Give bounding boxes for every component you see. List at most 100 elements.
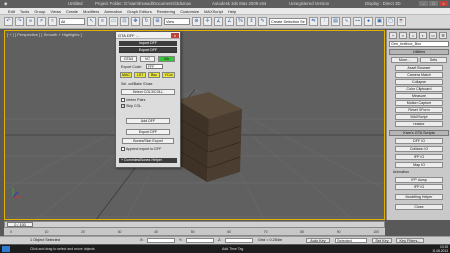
menu-create[interactable]: Create (66, 9, 78, 14)
close-button[interactable]: × (439, 1, 448, 6)
time-slider-thumb[interactable]: 0 / 100 (7, 222, 33, 227)
collapse-button[interactable]: Collapse (395, 79, 443, 85)
more-button[interactable]: More... (391, 57, 418, 63)
pivot-icon[interactable]: ⊕ (192, 17, 201, 26)
reset-xform-button[interactable]: Reset XForm (395, 107, 443, 113)
asset-browser-button[interactable]: Asset Browser (395, 65, 443, 71)
select-col-button[interactable]: Select COL3/COLL (121, 89, 175, 95)
max-icon[interactable]: ◆ (4, 0, 7, 8)
collision-io-button[interactable]: Collision IO (395, 146, 443, 152)
export-code-field[interactable]: FFF (146, 64, 163, 69)
reference-coord-dropdown[interactable]: View (164, 18, 190, 25)
modelling-helper-button[interactable]: Modelling Helper (395, 194, 443, 200)
vertex-pairs-checkbox[interactable]: Vertex Pairs (121, 98, 145, 102)
append-export-checkbox[interactable]: Append export to DFF (121, 147, 161, 151)
key-filters-button[interactable]: Key Filters... (396, 238, 424, 243)
format-mac-button[interactable]: MAC (120, 72, 132, 78)
skip-col-checkbox[interactable]: ✓Skip COL (121, 104, 141, 108)
bind-icon[interactable]: ≈ (48, 17, 57, 26)
dummies-bones-helper-rollout[interactable]: + Dummies/Bones Helper (119, 158, 177, 163)
utilities-tab-icon[interactable]: ⚒ (439, 32, 447, 39)
object-name-field[interactable]: Gen_textbox_Box (389, 41, 449, 47)
quick-render-icon[interactable]: ☕ (397, 17, 406, 26)
selection-filter-dropdown[interactable]: All (59, 18, 85, 25)
motion-tab-icon[interactable]: ◐ (419, 32, 427, 39)
window-crossing-icon[interactable]: ⊡ (120, 17, 129, 26)
dff-io-button[interactable]: DFF IO (395, 138, 443, 144)
key-mode-dropdown[interactable]: Selected (335, 238, 367, 243)
time-slider[interactable]: 0 / 100 (4, 221, 385, 228)
undo-icon[interactable]: ↶ (4, 17, 13, 26)
game-vc-button[interactable]: VC (140, 56, 155, 62)
game-gta3-button[interactable]: GTA3 (120, 56, 137, 62)
hierarchy-tab-icon[interactable]: ⌂ (409, 32, 417, 39)
frame-ruler[interactable]: 0 10 20 30 40 50 60 70 80 90 100 (4, 228, 385, 236)
menu-graph-editors[interactable]: Graph Editors (127, 9, 152, 14)
auto-key-button[interactable]: Auto Key (306, 238, 330, 243)
menu-customize[interactable]: Customize (180, 9, 199, 14)
menu-edit[interactable]: Edit (8, 9, 15, 14)
rotate-icon[interactable]: ↻ (142, 17, 151, 26)
format-bsc-button[interactable]: Bsc (148, 72, 160, 78)
y-coord-field[interactable] (186, 238, 214, 243)
game-sa-button[interactable]: SA (158, 56, 175, 62)
ifp-dump-button[interactable]: IFP dump (395, 177, 443, 183)
set-key-button[interactable]: Set Key (372, 238, 392, 243)
x-coord-field[interactable] (147, 238, 175, 243)
ifp-io-anim-button[interactable]: IFP IO (395, 184, 443, 190)
measure-button[interactable]: Measure (395, 93, 443, 99)
utilities-rollout[interactable]: Utilities (389, 49, 449, 55)
motion-capture-button[interactable]: Motion Capture (395, 100, 443, 106)
select-icon[interactable]: ↖ (87, 17, 96, 26)
manipulate-icon[interactable]: ✛ (203, 17, 212, 26)
import-dff-rollout[interactable]: Import DFF (119, 41, 177, 46)
layer-icon[interactable]: ▤ (331, 17, 340, 26)
percent-snap-icon[interactable]: % (236, 17, 245, 26)
spinner-snap-icon[interactable]: ⇕ (247, 17, 256, 26)
panel-close-button[interactable]: Close (395, 204, 443, 210)
menu-tools[interactable]: Tools (20, 9, 29, 14)
schematic-icon[interactable]: ⊶ (353, 17, 362, 26)
viewport-label[interactable]: [ + ] [ Perspective ] [ Smooth + Highlig… (7, 32, 82, 37)
export-dff-button[interactable]: Export DFF (126, 129, 170, 135)
create-tab-icon[interactable]: + (389, 32, 397, 39)
start-button-icon[interactable] (2, 246, 10, 252)
maximize-button[interactable]: □ (429, 1, 438, 6)
menu-help[interactable]: Help (228, 9, 236, 14)
perspective-viewport[interactable]: [ + ] [ Perspective ] [ Smooth + Highlig… (4, 30, 385, 220)
named-selection-dropdown[interactable]: Create Selection Se (269, 18, 307, 25)
z-coord-field[interactable] (225, 238, 253, 243)
curve-editor-icon[interactable]: ∿ (342, 17, 351, 26)
menu-rendering[interactable]: Rendering (157, 9, 175, 14)
rect-select-icon[interactable]: ▭ (109, 17, 118, 26)
minimize-button[interactable]: – (419, 1, 428, 6)
material-editor-icon[interactable]: ● (364, 17, 373, 26)
render-frame-icon[interactable]: ▢ (386, 17, 395, 26)
angle-snap-icon[interactable]: ∠ (225, 17, 234, 26)
sets-button[interactable]: Sets (420, 57, 447, 63)
menu-animation[interactable]: Animation (104, 9, 122, 14)
menu-maxscript[interactable]: MAXScript (204, 9, 223, 14)
export-dff-rollout[interactable]: Export DFF (119, 47, 177, 53)
render-setup-icon[interactable]: ▣ (375, 17, 384, 26)
add-dff-button[interactable]: Add DFF (126, 118, 170, 124)
camera-match-button[interactable]: Camera Match (395, 72, 443, 78)
redo-icon[interactable]: ↷ (15, 17, 24, 26)
map-io-button[interactable]: Map IO (395, 162, 443, 168)
display-tab-icon[interactable]: ▭ (429, 32, 437, 39)
gta-dialog-close-button[interactable]: x (171, 33, 179, 38)
menu-views[interactable]: Views (50, 9, 61, 14)
modify-tab-icon[interactable]: ≈ (399, 32, 407, 39)
color-clipboard-button[interactable]: Color Clipboard (395, 86, 443, 92)
ifp-io-button[interactable]: IFP IO (395, 154, 443, 160)
format-ycol-button[interactable]: YCol (162, 72, 175, 78)
snap-icon[interactable]: ∡ (214, 17, 223, 26)
kams-gta-scripts-rollout[interactable]: Kam's GTA Scripts (389, 130, 449, 136)
bones-skin-export-button[interactable]: Bones/Skin Export (122, 138, 174, 144)
maxscript-button[interactable]: MAXScript (395, 114, 443, 120)
menu-modifiers[interactable]: Modifiers (83, 9, 99, 14)
select-by-name-icon[interactable]: ≡ (98, 17, 107, 26)
menu-group[interactable]: Group (34, 9, 45, 14)
reactor-button[interactable]: reactor (395, 121, 443, 127)
add-time-tag[interactable]: Add Time Tag (222, 245, 243, 253)
